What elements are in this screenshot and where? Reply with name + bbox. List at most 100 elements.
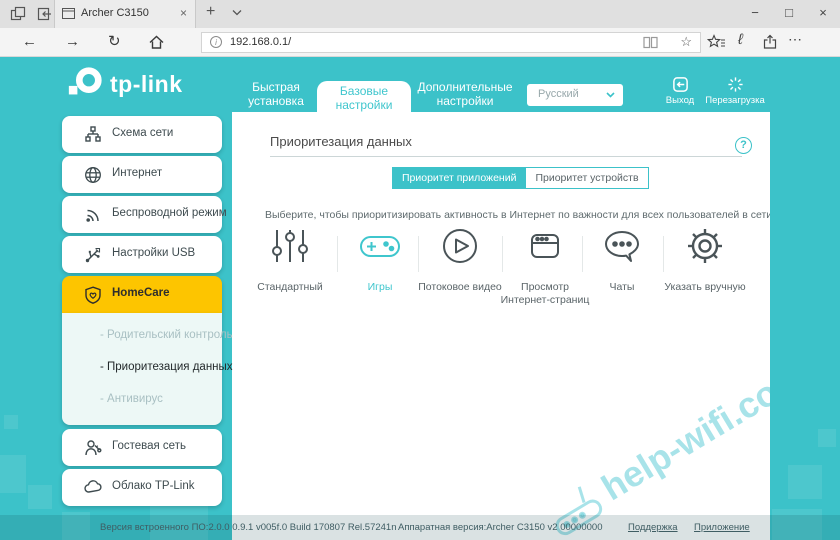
app-link[interactable]: Приложение — [694, 522, 750, 533]
submenu-antivirus[interactable]: - Антивирус — [100, 393, 163, 405]
watermark-text: help-wifi.com — [594, 355, 770, 509]
tab-app-priority[interactable]: Приоритет приложений — [392, 167, 526, 189]
sidebar-item-guest-network[interactable]: Гостевая сеть — [62, 429, 222, 466]
mode-custom[interactable]: Указать вручную — [657, 224, 753, 294]
forward-button[interactable]: → — [65, 31, 80, 53]
sidebar-item-internet[interactable]: Интернет — [62, 156, 222, 193]
mode-chats[interactable]: Чаты — [574, 224, 670, 294]
tplink-logo-mark — [66, 65, 104, 103]
tab-list-chevron-icon[interactable] — [232, 9, 242, 16]
reading-view-icon[interactable] — [643, 36, 658, 49]
support-link[interactable]: Поддержка — [628, 522, 678, 533]
sidebar-item-tplink-cloud[interactable]: Облако TP-Link — [62, 469, 222, 506]
hardware-version: Аппаратная версия:Archer C3150 v2 000000… — [398, 522, 602, 533]
mode-label: Чаты — [574, 281, 670, 294]
site-info-icon[interactable]: i — [210, 36, 222, 48]
mode-label: Стандартный — [242, 281, 338, 294]
browser-page-icon — [523, 224, 567, 268]
mode-standard[interactable]: Стандартный — [242, 224, 338, 294]
sidebar-item-label: Облако TP-Link — [112, 480, 195, 492]
hub-favorites-icon[interactable] — [707, 34, 726, 50]
tab-quick-setup[interactable]: Быстрая установка — [233, 80, 319, 109]
sidebar-item-label: Беспроводной режим — [112, 207, 227, 219]
help-icon[interactable]: ? — [735, 137, 752, 154]
reboot-icon — [727, 76, 744, 93]
helpwifi-watermark: help-wifi.com — [541, 355, 770, 540]
logout-button[interactable]: Выход — [658, 76, 702, 106]
decor-square — [0, 455, 26, 493]
mode-label: Указать вручную — [657, 281, 753, 294]
sidebar-item-label: Настройки USB — [112, 247, 195, 259]
back-button[interactable]: ← — [22, 31, 37, 53]
decor-square — [818, 429, 836, 447]
submenu-parental-control[interactable]: - Родительский контроль — [100, 329, 233, 341]
shield-heart-icon — [84, 286, 102, 304]
globe-icon — [84, 166, 102, 184]
minimize-button[interactable]: − — [738, 0, 772, 28]
set-tabs-aside-icon[interactable] — [10, 6, 28, 22]
language-value: Русский — [538, 88, 579, 100]
home-button[interactable] — [148, 34, 165, 50]
play-circle-icon — [438, 224, 482, 268]
decor-square — [4, 415, 18, 429]
web-note-pen-icon[interactable]: ℓ — [738, 31, 743, 48]
sidebar-item-label: Гостевая сеть — [112, 440, 186, 452]
wifi-icon — [84, 206, 102, 224]
sliders-icon — [268, 224, 312, 268]
sidebar-item-label: HomeCare — [112, 287, 170, 299]
sidebar-item-homecare[interactable]: HomeCare — [62, 276, 222, 313]
titlebar: Archer C3150 × + − □ × — [0, 0, 840, 28]
decor-square — [28, 485, 52, 509]
sidebar-item-wireless[interactable]: Беспроводной режим — [62, 196, 222, 233]
tab-basic-settings[interactable]: Базовые настройки — [317, 81, 411, 112]
page-favicon-icon — [62, 8, 80, 24]
new-tab-button[interactable]: + — [206, 3, 215, 21]
url-text: 192.168.0.1/ — [230, 36, 291, 48]
title-divider — [270, 156, 742, 157]
favorite-star-icon[interactable]: ☆ — [680, 34, 692, 50]
sidebar-item-label: Схема сети — [112, 127, 173, 139]
logout-label: Выход — [658, 95, 702, 106]
more-menu-icon[interactable]: ⋯ — [788, 31, 803, 48]
gamepad-icon — [358, 224, 402, 268]
tab-device-priority[interactable]: Приоритет устройств — [526, 167, 648, 189]
close-button[interactable]: × — [806, 0, 840, 28]
language-select[interactable]: Русский — [527, 84, 623, 106]
sidebar-item-network-map[interactable]: Схема сети — [62, 116, 222, 153]
tab-close-icon[interactable]: × — [180, 6, 187, 20]
mode-divider — [663, 236, 664, 272]
tplink-logo-text: tp-link — [110, 71, 183, 98]
browser-tab[interactable]: Archer C3150 × — [54, 0, 196, 28]
browser-toolbar: ← → ↻ i 192.168.0.1/ ☆ ℓ ⋯ — [0, 28, 840, 57]
description-text: Выберите, чтобы приоритизировать активно… — [265, 209, 770, 221]
sidebar-item-label: Интернет — [112, 167, 162, 179]
chat-bubble-icon — [600, 224, 644, 268]
network-map-icon — [84, 126, 102, 143]
refresh-button[interactable]: ↻ — [108, 31, 121, 53]
reboot-button[interactable]: Перезагрузка — [702, 76, 768, 106]
address-bar[interactable]: i 192.168.0.1/ ☆ — [201, 32, 701, 53]
tab-title: Archer C3150 — [81, 7, 149, 19]
firmware-version: Версия встроенного ПО:2.0.0 0.9.1 v005f.… — [100, 522, 397, 533]
decor-square — [788, 465, 822, 499]
guest-icon — [84, 439, 102, 457]
submenu-qos[interactable]: - Приоритезация данных — [100, 361, 233, 373]
mode-label: Потоковое видео — [412, 281, 508, 294]
tab-advanced-settings[interactable]: Дополнительные настройки — [415, 80, 515, 109]
homecare-submenu: - Родительский контроль - Приоритезация … — [62, 313, 222, 425]
footer-bar: Версия встроенного ПО:2.0.0 0.9.1 v005f.… — [0, 515, 840, 540]
sidebar: Схема сети Интернет Беспроводной режим Н… — [62, 116, 222, 509]
maximize-button[interactable]: □ — [772, 0, 806, 28]
gear-icon — [683, 224, 727, 268]
router-page: tp-link Быстрая установка Базовые настро… — [0, 57, 840, 540]
sidebar-item-usb[interactable]: Настройки USB — [62, 236, 222, 273]
page-title: Приоритезация данных — [270, 134, 412, 149]
logout-icon — [672, 76, 689, 93]
share-icon[interactable] — [762, 34, 778, 50]
mode-streaming[interactable]: Потоковое видео — [412, 224, 508, 294]
tplink-logo: tp-link — [66, 65, 183, 103]
mode-divider — [502, 236, 503, 272]
mode-divider — [337, 236, 338, 272]
tab-preview-icon[interactable] — [36, 6, 54, 22]
browser-window: Archer C3150 × + − □ × ← → ↻ i 192.168.0… — [0, 0, 840, 540]
